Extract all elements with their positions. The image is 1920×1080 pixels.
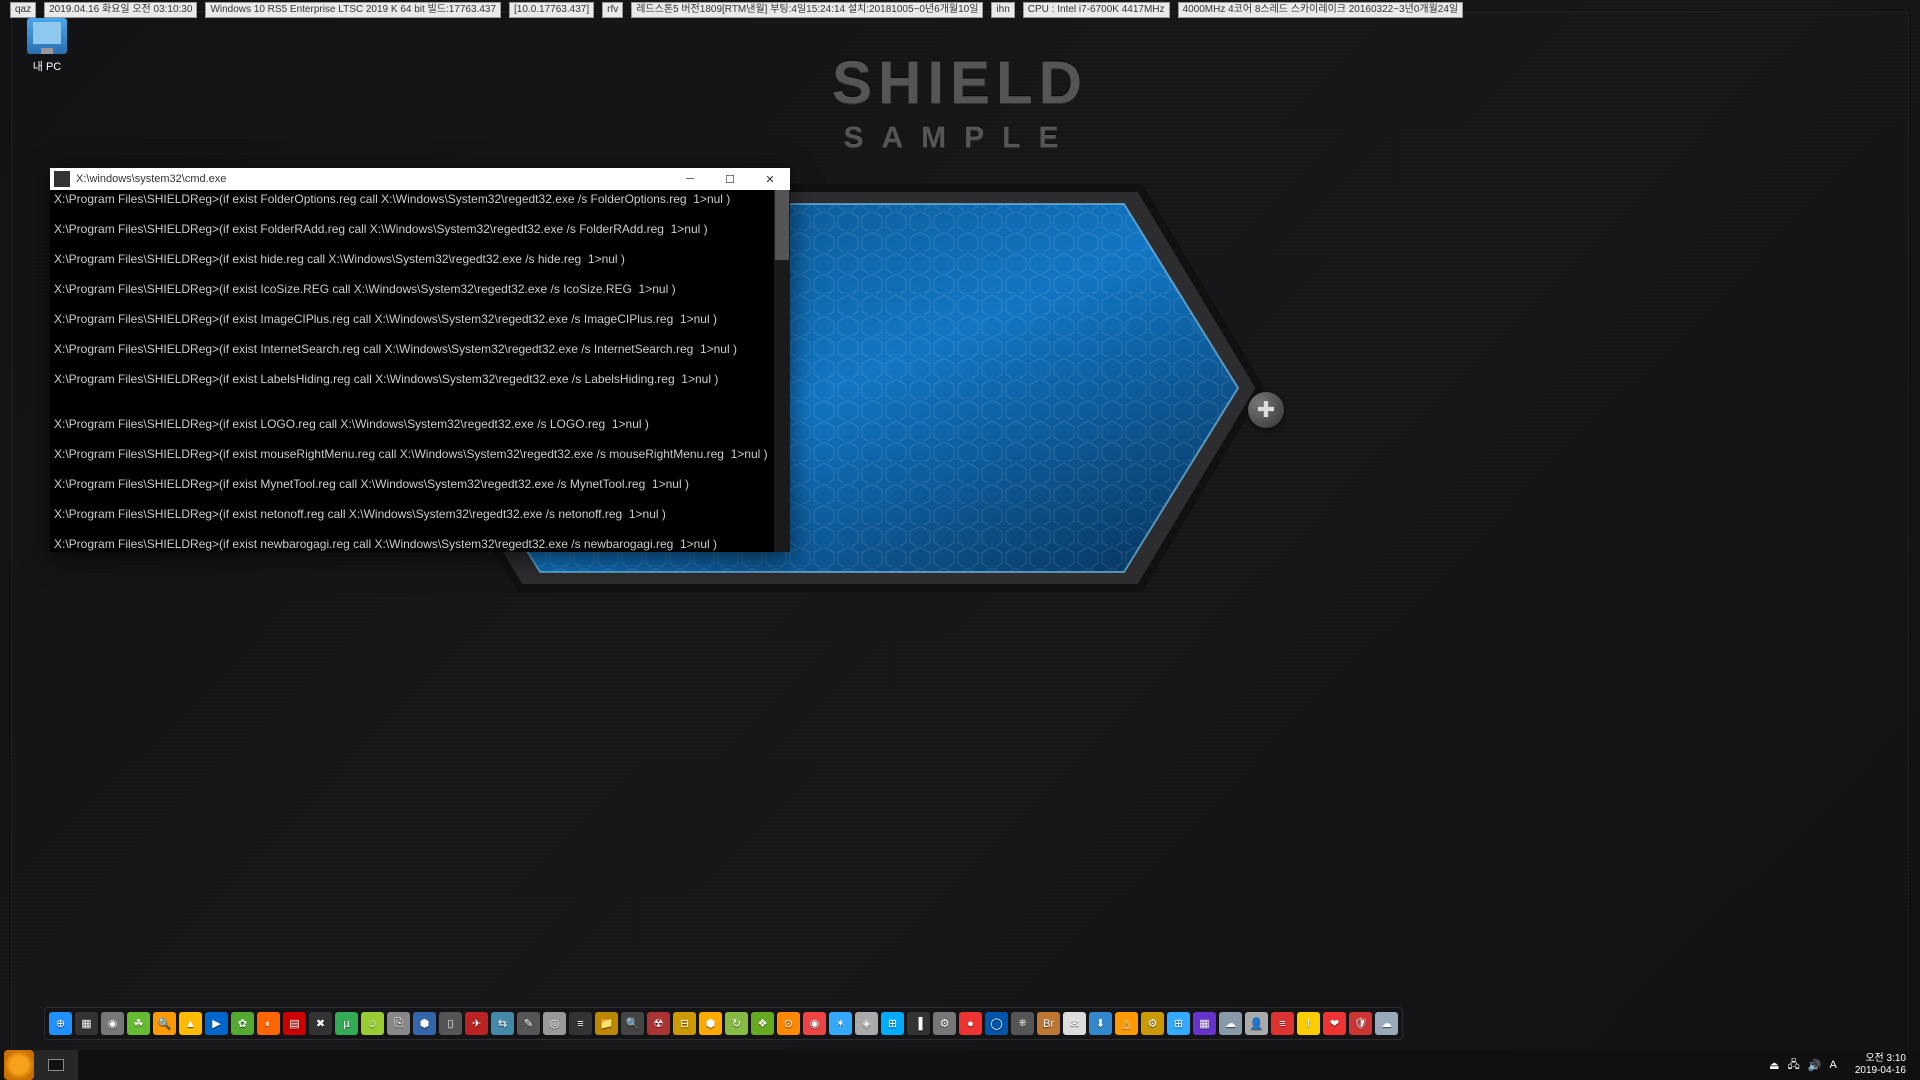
- dock-icon-24[interactable]: ⊟: [673, 1012, 696, 1035]
- dock-icon-22[interactable]: 🔍: [621, 1012, 644, 1035]
- tray-network-icon[interactable]: 🖧: [1788, 1056, 1800, 1075]
- scrollbar-thumb[interactable]: [775, 190, 789, 260]
- info-build: [10.0.17763.437]: [509, 2, 594, 18]
- dock-icon-17[interactable]: ⇆: [491, 1012, 514, 1035]
- dock-icon-21[interactable]: 📁: [595, 1012, 618, 1035]
- dock-icon-5[interactable]: ▲: [179, 1012, 202, 1035]
- dock-icon-44[interactable]: ▦: [1193, 1012, 1216, 1035]
- dock-icon-3[interactable]: ☘: [127, 1012, 150, 1035]
- dock-icon-40[interactable]: ⬇: [1089, 1012, 1112, 1035]
- dock-icon-23[interactable]: ☢: [647, 1012, 670, 1035]
- cmd-window[interactable]: X:\windows\system32\cmd.exe ─ ☐ ✕ X:\Pro…: [50, 168, 790, 552]
- info-os: Windows 10 RS5 Enterprise LTSC 2019 K 64…: [205, 2, 501, 18]
- plus-button-icon: ✚: [1248, 392, 1284, 428]
- info-boot: 레드스톤5 버전1809[RTM낸월] 부팅:4일15:24:14 설치:201…: [631, 2, 983, 18]
- launcher-dock: ⊕▦◉☘🔍▲▶✿◐▤✖µ☺⎘⬢▯✈⇆✎◎≡📁🔍☢⊟⬢↻❖⊙◉✶◈⊞▐⚙●◯⎈Br…: [44, 1007, 1403, 1040]
- dock-icon-10[interactable]: ✖: [309, 1012, 332, 1035]
- dock-icon-37[interactable]: ⎈: [1011, 1012, 1034, 1035]
- close-button[interactable]: ✕: [750, 168, 790, 190]
- info-rfv: rfv: [602, 2, 623, 18]
- info-bar: qaz 2019.04.16 화요일 오전 03:10:30 Windows 1…: [10, 2, 1660, 18]
- logo-big: SHIELD: [832, 48, 1088, 117]
- dock-icon-31[interactable]: ◈: [855, 1012, 878, 1035]
- dock-icon-48[interactable]: f: [1297, 1012, 1320, 1035]
- tray-volume-icon[interactable]: 🔊: [1808, 1059, 1822, 1072]
- dock-icon-16[interactable]: ✈: [465, 1012, 488, 1035]
- dock-icon-8[interactable]: ◐: [257, 1012, 280, 1035]
- maximize-button[interactable]: ☐: [710, 168, 750, 190]
- dock-icon-41[interactable]: △: [1115, 1012, 1138, 1035]
- dock-icon-38[interactable]: Br: [1037, 1012, 1060, 1035]
- dock-icon-27[interactable]: ❖: [751, 1012, 774, 1035]
- dock-icon-50[interactable]: 🛡: [1349, 1012, 1372, 1035]
- taskbar-clock[interactable]: 오전 3:10 2019-04-16: [1849, 1051, 1912, 1079]
- dock-icon-6[interactable]: ▶: [205, 1012, 228, 1035]
- tray-ime-indicator[interactable]: A: [1830, 1059, 1837, 1071]
- taskbar[interactable]: ⏏ 🖧 🔊 A 오전 3:10 2019-04-16: [0, 1050, 1920, 1080]
- desktop-icon-label: 내 PC: [12, 58, 82, 74]
- info-ihn: ihn: [991, 2, 1014, 18]
- desktop-icon-mypc[interactable]: 내 PC: [12, 18, 82, 74]
- dock-icon-11[interactable]: µ: [335, 1012, 358, 1035]
- dock-icon-15[interactable]: ▯: [439, 1012, 462, 1035]
- dock-icon-34[interactable]: ⚙: [933, 1012, 956, 1035]
- dock-icon-43[interactable]: ⊞: [1167, 1012, 1190, 1035]
- dock-icon-46[interactable]: 👤: [1245, 1012, 1268, 1035]
- dock-icon-12[interactable]: ☺: [361, 1012, 384, 1035]
- dock-icon-14[interactable]: ⬢: [413, 1012, 436, 1035]
- info-qaz: qaz: [10, 2, 36, 18]
- dock-icon-42[interactable]: ⚙: [1141, 1012, 1164, 1035]
- scrollbar[interactable]: [774, 190, 790, 552]
- clock-date: 2019-04-16: [1855, 1065, 1906, 1077]
- dock-icon-39[interactable]: ✉: [1063, 1012, 1086, 1035]
- wallpaper-logo: SHIELD SAMPLE: [832, 48, 1088, 155]
- dock-icon-30[interactable]: ✶: [829, 1012, 852, 1035]
- dock-icon-49[interactable]: ❤: [1323, 1012, 1346, 1035]
- dock-icon-51[interactable]: ☁: [1375, 1012, 1398, 1035]
- cmd-titlebar[interactable]: X:\windows\system32\cmd.exe ─ ☐ ✕: [50, 168, 790, 190]
- cmd-text: X:\Program Files\SHIELDReg>(if exist Fol…: [54, 192, 786, 552]
- cmd-title-text: X:\windows\system32\cmd.exe: [74, 173, 670, 185]
- dock-icon-25[interactable]: ⬢: [699, 1012, 722, 1035]
- system-tray[interactable]: ⏏ 🖧 🔊 A: [1769, 1056, 1837, 1075]
- minimize-button[interactable]: ─: [670, 168, 710, 190]
- dock-icon-33[interactable]: ▐: [907, 1012, 930, 1035]
- dock-icon-35[interactable]: ●: [959, 1012, 982, 1035]
- dock-icon-28[interactable]: ⊙: [777, 1012, 800, 1035]
- dock-icon-4[interactable]: 🔍: [153, 1012, 176, 1035]
- info-cpu2: 4000MHz 4코어 8스레드 스카이레이크 20160322~3년0개월24…: [1178, 2, 1464, 18]
- dock-icon-19[interactable]: ◎: [543, 1012, 566, 1035]
- cmd-output[interactable]: X:\Program Files\SHIELDReg>(if exist Fol…: [50, 190, 790, 552]
- info-date: 2019.04.16 화요일 오전 03:10:30: [44, 2, 197, 18]
- dock-icon-1[interactable]: ▦: [75, 1012, 98, 1035]
- terminal-icon: [48, 1059, 64, 1071]
- taskbar-cmd-button[interactable]: [34, 1050, 78, 1080]
- dock-icon-13[interactable]: ⎘: [387, 1012, 410, 1035]
- dock-icon-29[interactable]: ◉: [803, 1012, 826, 1035]
- dock-icon-20[interactable]: ≡: [569, 1012, 592, 1035]
- dock-icon-18[interactable]: ✎: [517, 1012, 540, 1035]
- logo-small: SAMPLE: [832, 121, 1088, 155]
- dock-icon-32[interactable]: ⊞: [881, 1012, 904, 1035]
- info-cpu: CPU : Intel i7-6700K 4417MHz: [1023, 2, 1170, 18]
- clock-time: 오전 3:10: [1855, 1053, 1906, 1065]
- dock-icon-47[interactable]: ≡: [1271, 1012, 1294, 1035]
- dock-icon-0[interactable]: ⊕: [49, 1012, 72, 1035]
- tray-usb-icon[interactable]: ⏏: [1769, 1059, 1779, 1072]
- cmd-icon: [54, 171, 70, 187]
- dock-icon-36[interactable]: ◯: [985, 1012, 1008, 1035]
- dock-icon-2[interactable]: ◉: [101, 1012, 124, 1035]
- computer-icon: [27, 18, 67, 54]
- dock-icon-26[interactable]: ↻: [725, 1012, 748, 1035]
- dock-icon-9[interactable]: ▤: [283, 1012, 306, 1035]
- dock-icon-7[interactable]: ✿: [231, 1012, 254, 1035]
- dock-icon-45[interactable]: ☁: [1219, 1012, 1242, 1035]
- overwatch-icon[interactable]: [4, 1050, 34, 1080]
